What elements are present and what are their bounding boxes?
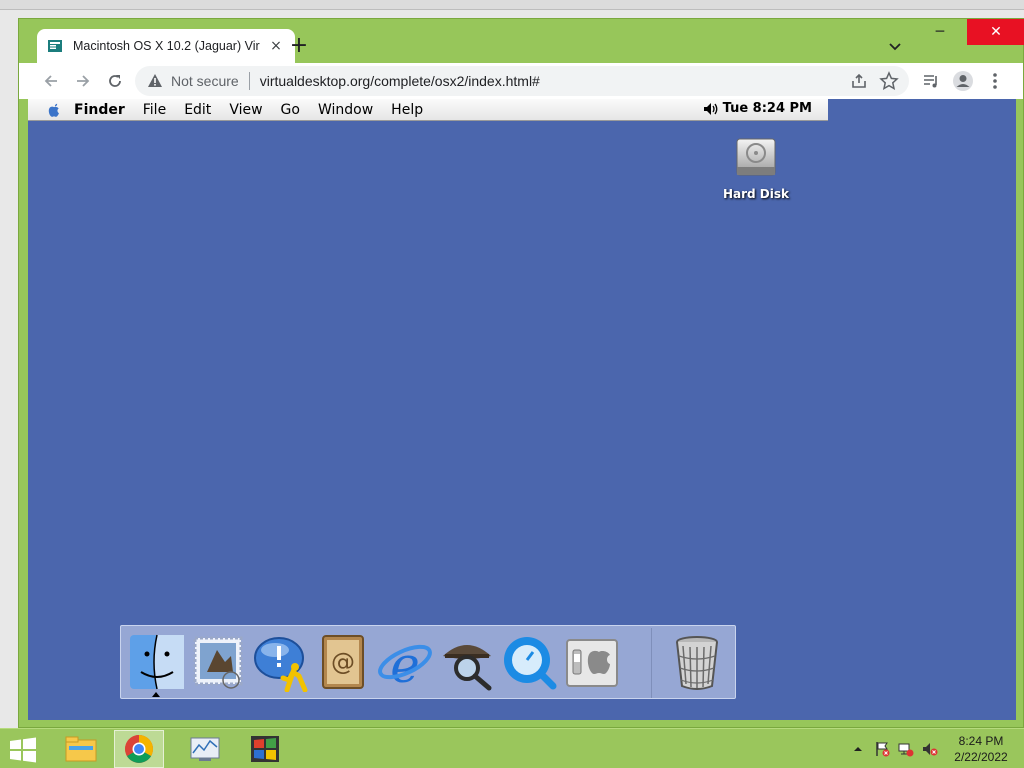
bookmark-star-icon[interactable] (879, 71, 899, 91)
menu-view[interactable]: View (229, 102, 262, 118)
taskbar-windows-app[interactable] (240, 730, 290, 768)
browser-tab[interactable]: Macintosh OS X 10.2 (Jaguar) Vir × (37, 29, 295, 63)
kebab-menu-icon (993, 73, 997, 89)
mail-icon[interactable] (189, 632, 249, 692)
browser-window: Macintosh OS X 10.2 (Jaguar) Vir × + ─ ☐… (18, 18, 1024, 728)
browser-toolbar: Not secure virtualdesktop.org/complete/o… (19, 63, 1023, 99)
tab-strip: Macintosh OS X 10.2 (Jaguar) Vir × + ─ ☐… (19, 19, 1024, 63)
finder-icon[interactable] (127, 632, 187, 692)
page-viewport: Finder File Edit View Go Window Help Tue… (28, 99, 1016, 720)
back-button[interactable] (39, 69, 63, 93)
sherlock-icon[interactable] (437, 632, 497, 692)
forward-arrow-icon (77, 75, 90, 87)
url-text[interactable]: virtualdesktop.org/complete/osx2/index.h… (260, 73, 540, 89)
system-date: 2/22/2022 (954, 750, 1008, 764)
hard-disk-desktop-icon[interactable]: Hard Disk (718, 135, 794, 201)
volume-icon[interactable] (703, 102, 719, 116)
warning-triangle-icon (148, 74, 162, 87)
desktop-icon-label: Hard Disk (722, 187, 790, 201)
system-time: 8:24 PM (958, 734, 1004, 748)
tab-search-chevron-icon[interactable] (885, 37, 905, 57)
menu-window[interactable]: Window (318, 102, 373, 118)
performance-monitor-icon (190, 737, 220, 761)
system-preferences-icon[interactable] (561, 632, 621, 692)
dock-separator (651, 628, 652, 698)
finder-running-indicator (152, 692, 160, 697)
windows-logo-icon (251, 736, 279, 762)
taskbar-performance-monitor[interactable] (180, 730, 230, 768)
system-clock[interactable]: 8:24 PM 2/22/2022 (948, 733, 1014, 765)
menu-file[interactable]: File (143, 102, 166, 118)
minimize-button[interactable]: ─ (923, 19, 957, 45)
hard-disk-icon (736, 138, 776, 176)
windows-start-icon[interactable] (8, 737, 38, 763)
share-icon[interactable] (849, 71, 869, 91)
tab-close-icon[interactable]: × (267, 37, 285, 55)
back-arrow-icon (44, 75, 57, 87)
network-icon[interactable] (898, 741, 914, 757)
menu-go[interactable]: Go (281, 102, 300, 118)
windows-taskbar: 8:24 PM 2/22/2022 (0, 728, 1024, 768)
media-control-button[interactable] (919, 69, 943, 93)
taskbar-chrome[interactable] (114, 730, 164, 768)
action-center-flag-icon[interactable] (874, 741, 890, 757)
menu-help[interactable]: Help (391, 102, 423, 118)
menu-finder[interactable]: Finder (74, 102, 125, 118)
speaker-muted-icon[interactable] (922, 741, 938, 757)
security-status[interactable]: Not secure (171, 73, 239, 89)
quicktime-icon[interactable] (499, 632, 559, 692)
profile-avatar-icon (953, 71, 973, 91)
browser-menu-button[interactable] (983, 69, 1007, 93)
menu-edit[interactable]: Edit (184, 102, 211, 118)
tab-title: Macintosh OS X 10.2 (Jaguar) Vir (73, 39, 260, 53)
svg-text:@: @ (331, 648, 355, 676)
forward-button[interactable] (71, 69, 95, 93)
address-bar[interactable]: Not secure virtualdesktop.org/complete/o… (135, 66, 909, 96)
trash-icon[interactable] (667, 632, 727, 692)
show-hidden-icons-chevron-icon[interactable] (850, 741, 866, 757)
address-book-icon[interactable]: @ (313, 632, 373, 692)
profile-button[interactable] (951, 69, 975, 93)
new-tab-button[interactable]: + (287, 35, 311, 59)
background-window-strip (0, 0, 1024, 10)
apple-menu-icon[interactable] (44, 101, 64, 119)
mac-dock: @ e (120, 625, 736, 699)
menu-bar-clock[interactable]: Tue 8:24 PM (703, 101, 812, 116)
internet-explorer-icon[interactable]: e (375, 632, 435, 692)
media-queue-icon (924, 75, 937, 88)
taskbar-file-explorer[interactable] (56, 730, 106, 768)
reload-icon (109, 75, 121, 87)
omnibox-divider (248, 72, 250, 90)
ichat-icon[interactable] (251, 632, 311, 692)
chrome-icon (125, 735, 153, 763)
close-window-button[interactable]: ✕ (967, 19, 1024, 45)
mac-menu-bar: Finder File Edit View Go Window Help Tue… (28, 99, 828, 121)
reload-button[interactable] (103, 69, 127, 93)
site-favicon-icon (48, 40, 62, 52)
clock-text: Tue 8:24 PM (722, 101, 812, 116)
file-explorer-icon (65, 736, 97, 762)
svg-text:e: e (390, 636, 420, 692)
